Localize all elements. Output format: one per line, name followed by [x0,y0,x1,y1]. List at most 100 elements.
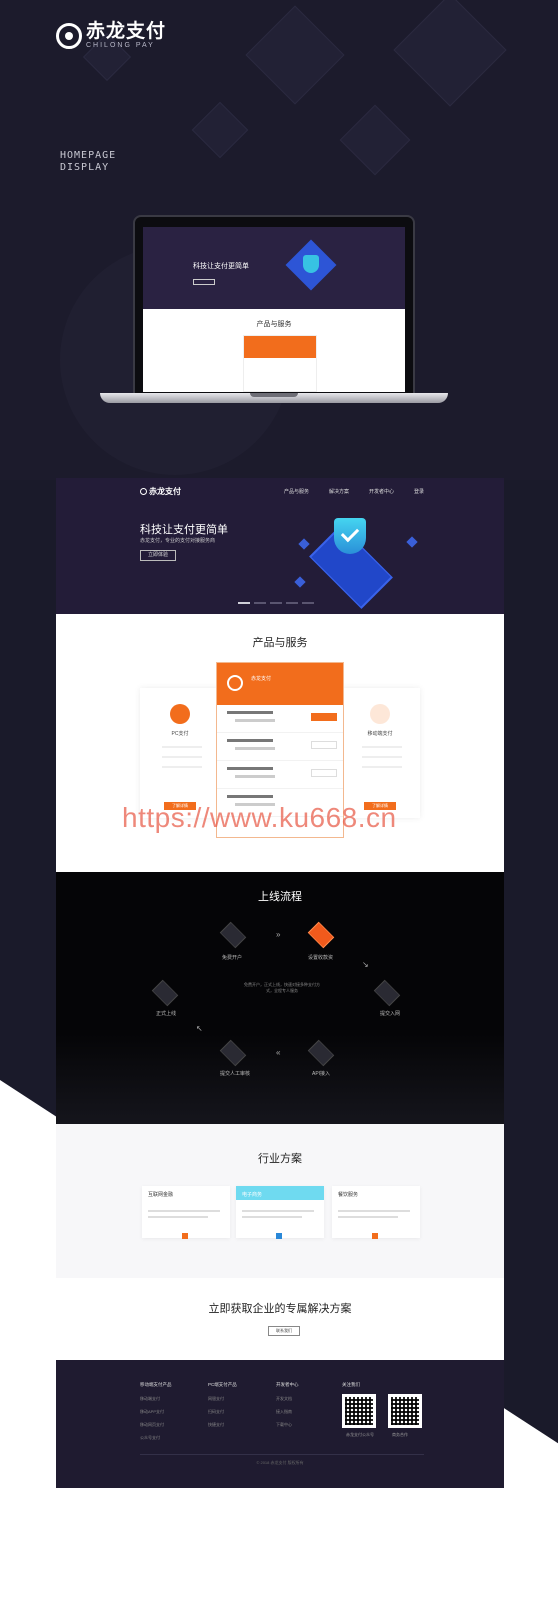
footer-heading: 移动端支付产品 [140,1382,172,1387]
nav-item-solutions[interactable]: 解决方案 [329,488,349,495]
site-logo-text: 赤龙支付 [149,487,181,496]
flow-description: 免费开户，正式上线，快速对接多种支付方式，全程专人服务 [244,982,320,993]
decor-mini-cube [294,576,306,588]
footer-link[interactable]: 接入指南 [276,1409,299,1415]
industry-card-name: 餐饮服务 [338,1192,359,1198]
footer-link[interactable]: 移动端支付 [140,1396,172,1402]
industry-card-name: 电子商务 [242,1192,263,1198]
product-name: PC支付 [171,731,189,737]
decor-mini-cube [298,538,310,550]
footer-link[interactable]: 扫码支付 [208,1409,237,1415]
mobile-icon [370,704,390,724]
brand-logo: 赤龙支付 CHILONG PAY [56,22,166,49]
industry-card-name: 互联网金融 [148,1192,174,1198]
flow-node-icon [219,921,247,949]
industry-card[interactable]: 餐饮服务 [332,1186,420,1239]
hero-title: 科技让支付更简单 [140,524,228,536]
site-footer: 移动端支付产品 移动端支付 移动APP支付 移动网页支付 公众号支付 PC端支付… [56,1360,504,1488]
site-hero: 赤龙支付 产品与服务 解决方案 开发者中心 登录 科技让支付更简单 赤龙支付，专… [56,478,504,614]
nav-item-developers[interactable]: 开发者中心 [369,488,394,495]
nav-item-login[interactable]: 登录 [414,488,424,495]
industry-card[interactable]: 互联网金融 [142,1186,230,1239]
label-line1: HOMEPAGE [60,150,117,161]
footer-link[interactable]: 公众号支付 [140,1435,172,1441]
footer-heading: 开发者中心 [276,1382,299,1387]
food-icon [372,1233,378,1239]
watermark: https://www.ku668.cn [122,802,397,833]
footer-heading: 关注我们 [342,1382,360,1387]
label-line2: DISPLAY [60,162,110,173]
finance-icon [182,1233,188,1239]
flow-node-label: 正式上线 [156,1011,177,1017]
site-logo[interactable]: 赤龙支付 [140,486,181,497]
footer-column: PC端支付产品 网银支付 扫码支付 快捷支付 [208,1382,237,1435]
laptop-product-card [243,335,317,392]
carousel-dot[interactable] [270,602,282,604]
flow-title: 上线流程 [258,891,302,903]
flow-node-icon [373,979,401,1007]
nav-item-products[interactable]: 产品与服务 [284,488,309,495]
shop-icon [276,1233,282,1239]
flow-node-icon [151,979,179,1007]
flow-node-icon [307,921,335,949]
footer-column: 移动端支付产品 移动端支付 移动APP支付 移动网页支付 公众号支付 [140,1382,172,1448]
monitor-icon [170,704,190,724]
hero-subtitle: 赤龙支付，专业的支付对接服务商 [140,538,216,544]
footer-heading: PC端支付产品 [208,1382,237,1387]
footer-link[interactable]: 移动APP支付 [140,1409,172,1415]
row-button[interactable] [311,741,337,749]
featured-title: 赤龙支付 [251,676,272,682]
laptop-hero-button [193,279,215,285]
brand-name-cn: 赤龙支付 [86,21,167,42]
qr-label: 商务合作 [392,1432,408,1437]
homepage-display-label: HOMEPAGE DISPLAY [60,150,116,174]
row-button[interactable] [311,769,337,777]
laptop-shield-icon [303,255,319,273]
flow-node-label: 提交人工审核 [220,1071,251,1077]
brand-icon [227,675,243,691]
copyright: © 2018 赤龙支付 版权所有 [256,1460,304,1465]
product-name: 移动端支付 [367,731,393,737]
dragon-logo-icon [56,22,82,49]
hero-cta-button[interactable]: 立即体验 [140,550,176,561]
site-preview: 赤龙支付 产品与服务 解决方案 开发者中心 登录 科技让支付更简单 赤龙支付，专… [56,478,504,1488]
footer-link[interactable]: 开发文档 [276,1396,299,1402]
industry-section: 行业方案 互联网金融 电子商务 餐饮服务 [56,1124,504,1278]
flow-node-label: 设置收款资 [308,955,334,961]
footer-link[interactable]: 下载中心 [276,1422,299,1428]
onboarding-flow-section: 上线流程 免费开户 设置收款资 提交入网 正式上线 提交人工审核 API接入 »… [56,872,504,1124]
qr-code [342,1394,376,1428]
arrow-right-icon: » [276,930,281,939]
product-card-pc: PC支付 了解详情 [140,688,220,818]
brand-name-en: CHILONG PAY [86,42,155,49]
product-card-mobile: 移动端支付 了解详情 [340,688,420,818]
carousel-dot[interactable] [286,602,298,604]
carousel-dot[interactable] [302,602,314,604]
cta-section: 立即获取企业的专属解决方案 联系我们 [56,1278,504,1360]
laptop-hero-title: 科技让支付更简单 [193,263,249,270]
flow-node-label: 提交入网 [380,1011,401,1017]
industry-card[interactable]: 电子商务 [236,1186,324,1239]
products-section: 产品与服务 PC支付 了解详情 移动端支付 了解详情 赤龙支付 https://… [56,614,504,872]
laptop-mockup: 科技让支付更简单 产品与服务 [100,215,448,411]
contact-button[interactable]: 联系我们 [268,1326,300,1336]
arrow-left-icon: « [276,1048,281,1057]
cta-title: 立即获取企业的专属解决方案 [208,1303,352,1315]
footer-link[interactable]: 网银支付 [208,1396,237,1402]
row-button[interactable] [311,713,337,721]
carousel-dot[interactable] [238,602,250,604]
decor-cube [393,0,507,107]
laptop-lid: 科技让支付更简单 产品与服务 [133,215,415,395]
flow-node-label: 免费开户 [222,955,243,961]
carousel-dot[interactable] [254,602,266,604]
footer-link[interactable]: 快捷支付 [208,1422,237,1428]
decor-mini-cube [406,536,418,548]
decor-cube [191,101,249,159]
footer-column: 开发者中心 开发文档 接入指南 下载中心 [276,1382,299,1435]
carousel-dots [238,602,314,604]
footer-link[interactable]: 移动网页支付 [140,1422,172,1428]
laptop-notch [250,393,298,397]
arrow-down-icon: ↘ [362,960,369,969]
laptop-screen: 科技让支付更简单 产品与服务 [143,227,405,392]
flow-node-label: API接入 [312,1071,331,1077]
